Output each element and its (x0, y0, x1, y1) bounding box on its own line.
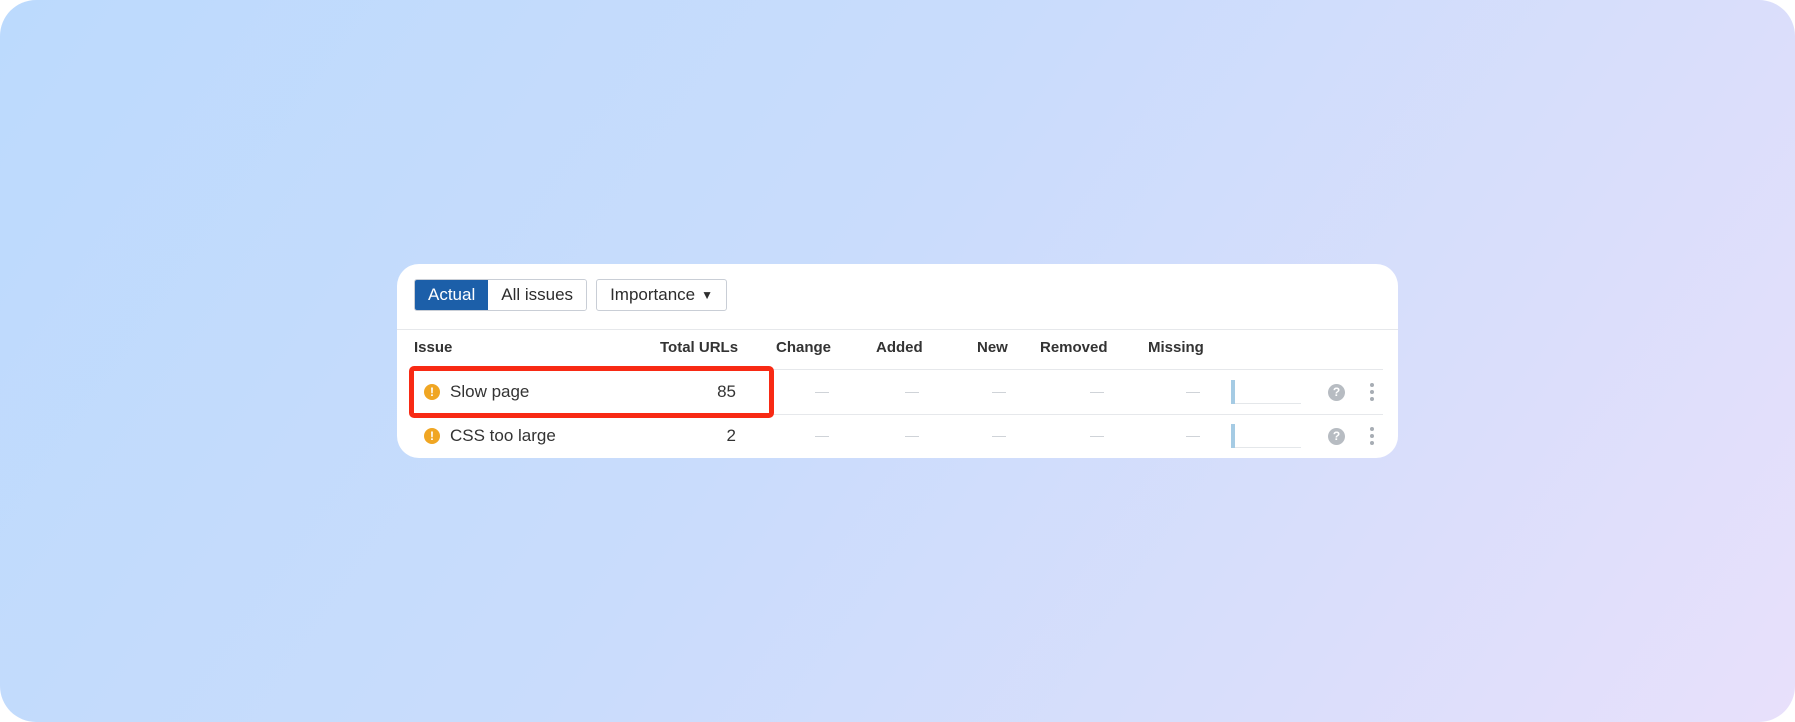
importance-dropdown-label: Importance (610, 285, 696, 304)
caret-down-icon: ▼ (701, 288, 713, 302)
column-header-issue[interactable]: Issue (414, 339, 452, 356)
sparkline-baseline (1235, 447, 1301, 448)
total-urls-count[interactable]: 2 (656, 426, 736, 446)
added-value (905, 436, 919, 437)
background: Actual All issues Importance ▼ Issue Tot… (0, 0, 1795, 722)
added-value (905, 392, 919, 393)
column-header-change[interactable]: Change (776, 339, 831, 356)
tab-all-issues[interactable]: All issues (488, 280, 587, 310)
table-row[interactable]: ! CSS too large 2 ? (397, 415, 1398, 458)
issue-name[interactable]: CSS too large (450, 426, 556, 446)
highlight-box (409, 366, 774, 418)
warning-icon: ! (424, 428, 440, 444)
removed-value (1090, 436, 1104, 437)
removed-value (1090, 392, 1104, 393)
toolbar: Actual All issues Importance ▼ (414, 279, 727, 311)
new-value (992, 392, 1006, 393)
change-value (815, 436, 829, 437)
column-header-missing[interactable]: Missing (1148, 339, 1204, 356)
sparkline-bar (1231, 380, 1235, 404)
missing-value (1186, 436, 1200, 437)
trend-sparkline (1231, 424, 1301, 448)
new-value (992, 436, 1006, 437)
help-icon[interactable]: ? (1328, 384, 1345, 401)
column-header-added[interactable]: Added (876, 339, 923, 356)
issues-panel: Actual All issues Importance ▼ Issue Tot… (397, 264, 1398, 458)
importance-dropdown[interactable]: Importance ▼ (596, 279, 727, 311)
help-icon[interactable]: ? (1328, 428, 1345, 445)
trend-sparkline (1231, 380, 1301, 404)
sparkline-bar (1231, 424, 1235, 448)
view-toggle: Actual All issues (414, 279, 588, 311)
more-options-icon[interactable] (1370, 383, 1374, 401)
missing-value (1186, 392, 1200, 393)
toolbar-divider (397, 329, 1398, 330)
table-header: Issue Total URLs Change Added New Remove… (397, 339, 1398, 361)
tab-actual[interactable]: Actual (415, 280, 489, 310)
change-value (815, 392, 829, 393)
column-header-new[interactable]: New (977, 339, 1008, 356)
column-header-total-urls[interactable]: Total URLs (660, 339, 738, 356)
more-options-icon[interactable] (1370, 427, 1374, 445)
sparkline-baseline (1235, 403, 1301, 404)
column-header-removed[interactable]: Removed (1040, 339, 1108, 356)
